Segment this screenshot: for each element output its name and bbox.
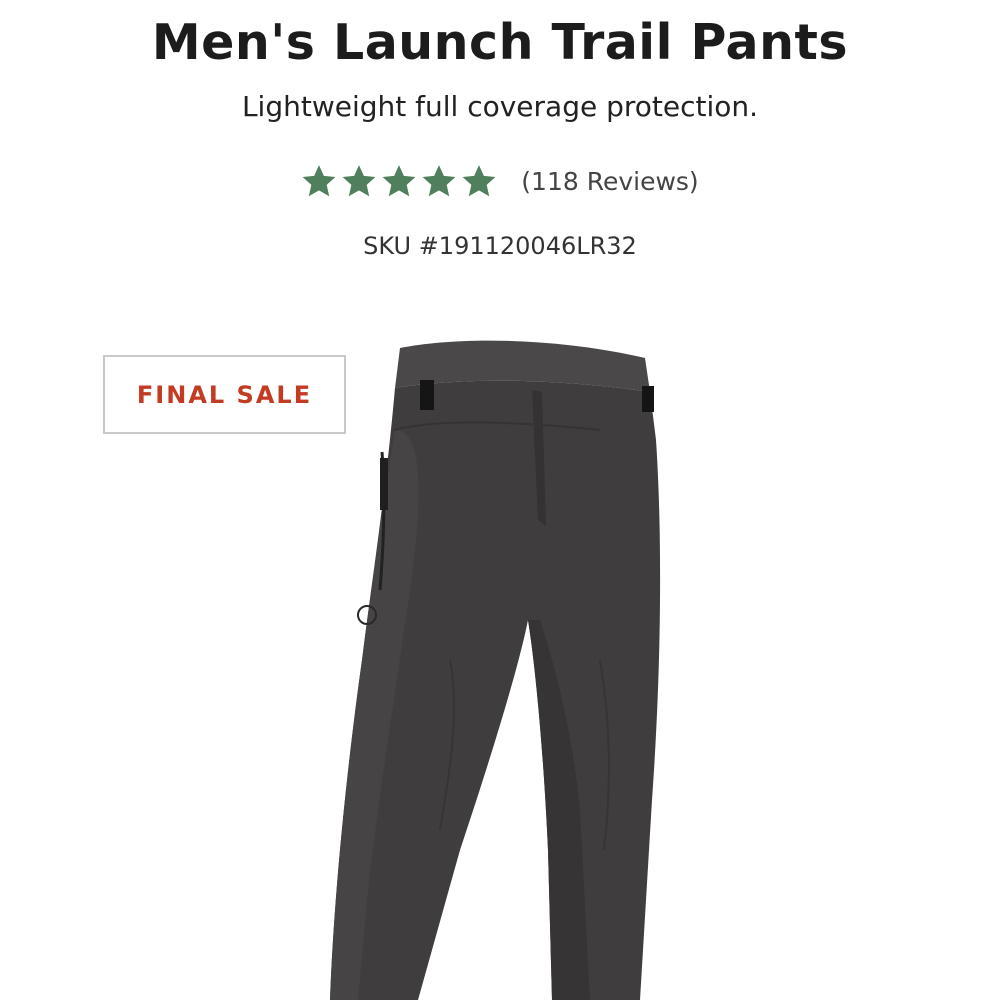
star-icon bbox=[461, 164, 497, 198]
rating-row: (118 Reviews) bbox=[0, 164, 1000, 198]
star-rating[interactable] bbox=[301, 164, 497, 198]
pants-image bbox=[330, 340, 661, 1000]
product-page: Men's Launch Trail Pants Lightweight ful… bbox=[0, 0, 1000, 1000]
star-icon bbox=[421, 164, 457, 198]
product-subtitle: Lightweight full coverage protection. bbox=[241, 90, 759, 123]
star-icon bbox=[341, 164, 377, 198]
star-icon bbox=[301, 164, 337, 198]
reviews-link[interactable]: (118 Reviews) bbox=[521, 167, 698, 196]
product-title: Men's Launch Trail Pants bbox=[151, 14, 849, 71]
final-sale-badge: FINAL SALE bbox=[103, 355, 346, 434]
product-image[interactable] bbox=[300, 330, 720, 1000]
star-icon bbox=[381, 164, 417, 198]
sku-label: SKU #191120046LR32 bbox=[363, 232, 637, 260]
